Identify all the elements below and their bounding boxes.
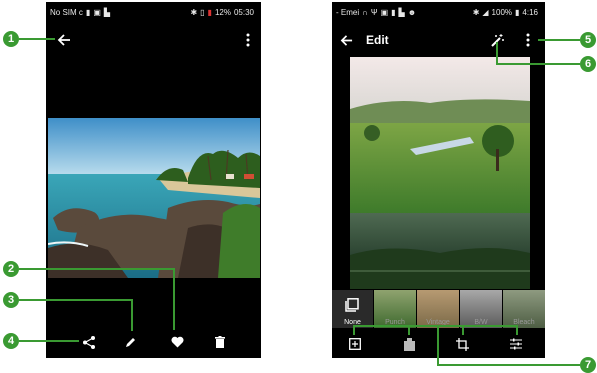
battery-percent: 100% xyxy=(491,7,513,17)
callout-line xyxy=(19,299,132,301)
filter-strip: None Punch Vintage B/W Bleach xyxy=(332,290,545,328)
callout-line xyxy=(437,325,439,365)
bluetooth-icon: ✱ xyxy=(190,7,198,17)
battery-icon: ▮ xyxy=(391,7,396,17)
callout-line xyxy=(19,268,174,270)
carrier-label: - Emei xyxy=(336,7,360,17)
callout-badge: 3 xyxy=(3,292,19,308)
vibrate-icon: ▯ xyxy=(200,7,205,17)
image-icon: ▣ xyxy=(380,7,389,17)
callout-line xyxy=(19,38,55,40)
callout-line xyxy=(496,42,498,65)
callout-line xyxy=(437,364,580,366)
android-icon: ☻ xyxy=(407,7,417,17)
callout-badge: 2 xyxy=(3,261,19,277)
headset-icon: ∩ xyxy=(362,7,368,17)
enhance-tab-icon[interactable] xyxy=(401,336,417,352)
notification-icon: ▙ xyxy=(103,7,111,17)
gallery-view-screen: No SIM c ▮ ▣ ▙ ✱ ▯ ▮ 12% 05:30 xyxy=(46,2,261,358)
share-icon[interactable] xyxy=(79,332,99,352)
more-options-icon[interactable] xyxy=(522,30,534,50)
status-bar: - Emei ∩ Ψ ▣ ▮ ▙ ☻ ✱ ◢ 100% ▮ 4:16 xyxy=(332,2,545,22)
callout-badge: 1 xyxy=(3,31,19,47)
callout-line xyxy=(19,340,79,342)
crop-tab-icon[interactable] xyxy=(454,336,470,352)
favorite-heart-icon[interactable] xyxy=(167,332,187,352)
callout-line xyxy=(131,299,133,331)
carrier-label: No SIM c xyxy=(50,7,83,17)
callout-line xyxy=(353,325,355,335)
callout-badge: 7 xyxy=(580,357,596,373)
battery-level-icon: ▮ xyxy=(207,7,212,17)
clock: 4:16 xyxy=(522,7,538,17)
bluetooth-icon: ✱ xyxy=(472,7,480,17)
usb-icon: Ψ xyxy=(370,7,378,17)
battery-full-icon: ▮ xyxy=(515,7,520,17)
photo-edit-screen: - Emei ∩ Ψ ▣ ▮ ▙ ☻ ✱ ◢ 100% ▮ 4:16 Edit xyxy=(332,2,545,358)
callout-badge: 6 xyxy=(580,56,596,72)
callout-badge: 5 xyxy=(580,32,596,48)
status-bar: No SIM c ▮ ▣ ▙ ✱ ▯ ▮ 12% 05:30 xyxy=(46,2,261,22)
signal-icon: ◢ xyxy=(482,7,489,17)
no-filter-icon xyxy=(344,297,360,313)
battery-icon: ▮ xyxy=(85,7,91,17)
photo-beach xyxy=(47,118,260,278)
callout-line xyxy=(538,39,580,41)
notification-icon: ▙ xyxy=(398,7,405,17)
delete-trash-icon[interactable] xyxy=(210,332,230,352)
clock: 05:30 xyxy=(233,7,254,17)
callout-line xyxy=(462,325,464,335)
filters-tab-icon[interactable] xyxy=(347,336,363,352)
adjust-tab-icon[interactable] xyxy=(508,336,524,352)
back-arrow-icon[interactable] xyxy=(336,30,356,50)
edit-pencil-icon[interactable] xyxy=(121,332,141,352)
callout-line xyxy=(497,63,580,65)
callout-line xyxy=(173,268,175,330)
callout-line xyxy=(354,325,517,327)
edit-title: Edit xyxy=(366,33,389,47)
callout-line xyxy=(516,325,518,335)
more-options-icon[interactable] xyxy=(242,30,254,50)
back-arrow-icon[interactable] xyxy=(54,30,74,50)
image-icon: ▣ xyxy=(93,7,101,17)
photo-golf-course xyxy=(350,57,530,289)
callout-line xyxy=(408,325,410,335)
callout-badge: 4 xyxy=(3,333,19,349)
battery-percent: 12% xyxy=(214,7,231,17)
